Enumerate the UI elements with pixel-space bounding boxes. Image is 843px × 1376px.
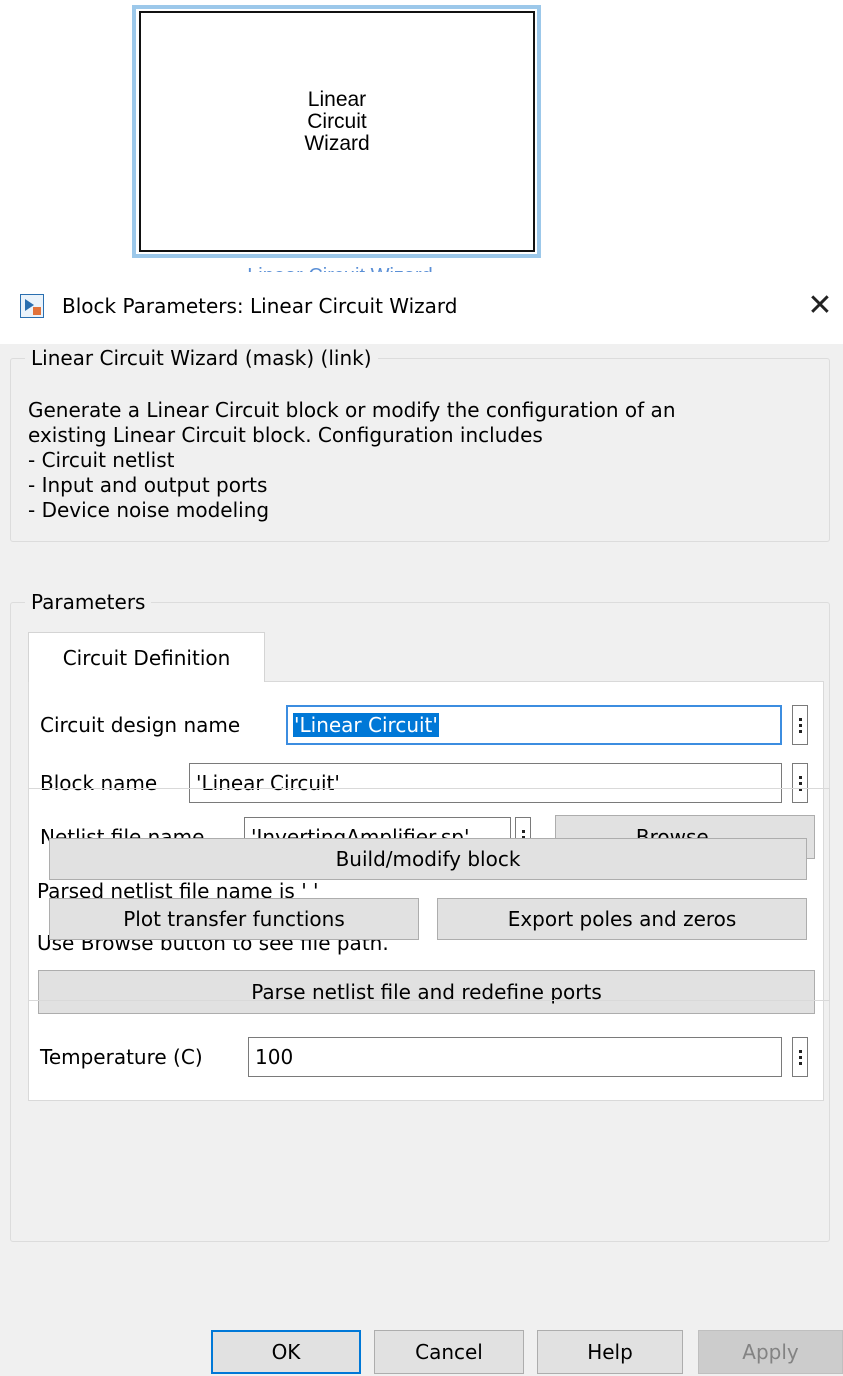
tab-circuit-definition[interactable]: Circuit Definition xyxy=(28,632,265,682)
block-parameters-dialog: Block Parameters: Linear Circuit Wizard … xyxy=(0,272,843,1376)
more-options-icon[interactable] xyxy=(792,705,808,745)
cancel-button[interactable]: Cancel xyxy=(374,1330,524,1374)
plot-transfer-functions-button[interactable]: Plot transfer functions xyxy=(49,898,419,940)
linear-circuit-wizard-block[interactable]: Linear Circuit Wizard xyxy=(132,5,541,258)
dialog-title: Block Parameters: Linear Circuit Wizard xyxy=(62,294,458,318)
mask-description: Generate a Linear Circuit block or modif… xyxy=(28,398,676,522)
actions-panel xyxy=(28,788,830,1001)
more-options-icon[interactable] xyxy=(792,1037,808,1077)
title-bar: Block Parameters: Linear Circuit Wizard … xyxy=(0,272,843,344)
close-icon[interactable]: ✕ xyxy=(800,286,840,326)
parameters-legend: Parameters xyxy=(25,589,152,615)
export-poles-zeros-button[interactable]: Export poles and zeros xyxy=(437,898,807,940)
temperature-field[interactable]: 100 xyxy=(248,1037,782,1077)
block-body: Linear Circuit Wizard xyxy=(139,11,535,252)
help-button[interactable]: Help xyxy=(537,1330,683,1374)
build-modify-block-button[interactable]: Build/modify block xyxy=(49,838,807,880)
mask-group-legend: Linear Circuit Wizard (mask) (link) xyxy=(25,345,378,371)
apply-button: Apply xyxy=(698,1330,843,1374)
model-canvas: Linear Circuit Wizard Linear Circuit Wiz… xyxy=(0,0,843,274)
temperature-label: Temperature (C) xyxy=(40,1045,203,1069)
circuit-design-name-value: 'Linear Circuit' xyxy=(293,713,439,737)
block-label: Linear Circuit Wizard xyxy=(304,87,370,155)
circuit-design-name-label: Circuit design name xyxy=(40,713,241,737)
simulink-block-icon xyxy=(20,294,44,318)
ok-button[interactable]: OK xyxy=(211,1330,361,1374)
circuit-design-name-field[interactable]: 'Linear Circuit' xyxy=(286,705,782,745)
